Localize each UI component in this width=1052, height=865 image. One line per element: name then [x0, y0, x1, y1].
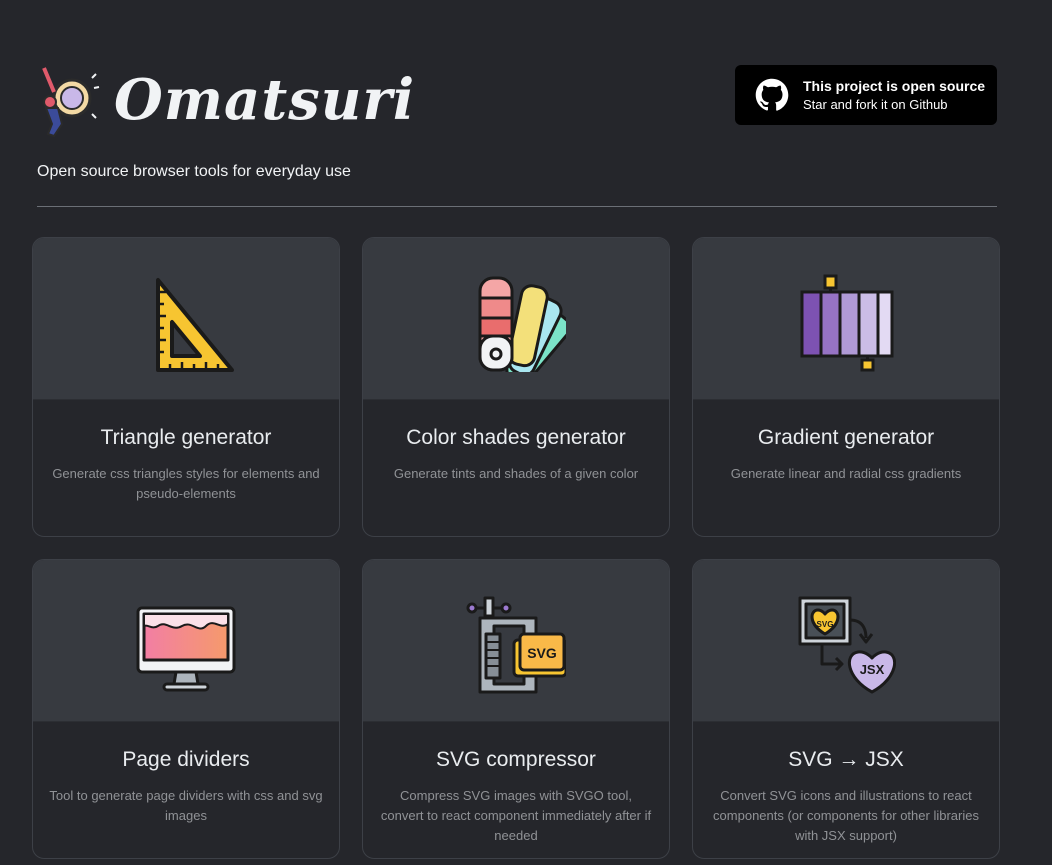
- svg-heart-text: SVG: [817, 620, 834, 629]
- github-icon: [755, 78, 789, 111]
- card-icon-area: SVG JSX: [693, 560, 999, 722]
- svg-badge-text: SVG: [527, 645, 557, 661]
- omatsuri-logo-icon: [42, 67, 100, 138]
- card-title: SVG → JSX: [788, 748, 904, 771]
- card-description: Convert SVG icons and illustrations to r…: [713, 788, 979, 843]
- tool-card-svg-compressor[interactable]: SVG SVG compressor Compress SVG images w…: [362, 559, 670, 859]
- card-description: Generate tints and shades of a given col…: [393, 466, 639, 481]
- card-description: Generate css triangles styles for elemen…: [52, 466, 320, 501]
- jsx-heart-text: JSX: [860, 662, 885, 677]
- tool-card-gradient[interactable]: Gradient generator Generate linear and r…: [692, 237, 1000, 537]
- brand-name: Omatsuri: [114, 67, 416, 133]
- card-title: Page dividers: [122, 748, 250, 771]
- divider: [37, 206, 997, 207]
- card-icon-area: [33, 238, 339, 400]
- card-title: SVG compressor: [436, 748, 596, 771]
- card-title: Triangle generator: [100, 426, 272, 449]
- card-title: Color shades generator: [406, 426, 626, 449]
- github-link-button[interactable]: This project is open source Star and for…: [735, 65, 997, 125]
- tagline: Open source browser tools for everyday u…: [37, 163, 351, 180]
- triangle-ruler-icon: [156, 278, 234, 372]
- card-icon-area: [363, 238, 669, 400]
- tool-card-page-dividers[interactable]: Page dividers Tool to generate page divi…: [32, 559, 340, 859]
- card-description: Generate linear and radial css gradients: [730, 466, 962, 481]
- github-subtitle: Star and fork it on Github: [803, 97, 948, 112]
- card-title: Gradient generator: [757, 426, 935, 449]
- card-icon-area: [693, 238, 999, 400]
- card-icon-area: SVG: [363, 560, 669, 722]
- tool-card-triangle[interactable]: Triangle generator Generate css triangle…: [32, 237, 340, 537]
- gradient-icon: [800, 274, 894, 372]
- svg-to-jsx-icon: SVG JSX: [798, 596, 896, 694]
- github-title: This project is open source: [803, 78, 986, 94]
- tool-card-svg-to-jsx[interactable]: SVG JSX SVG → JSX Convert SVG icons and …: [692, 559, 1000, 859]
- header: Omatsuri This project is open source Sta…: [36, 60, 997, 140]
- card-description: Compress SVG images with SVGO tool, conv…: [380, 788, 652, 843]
- tool-card-color-shades[interactable]: Color shades generator Generate tints an…: [362, 237, 670, 537]
- card-description: Tool to generate page dividers with css …: [49, 788, 323, 823]
- card-icon-area: [33, 560, 339, 722]
- monitor-wave-icon: [136, 606, 236, 692]
- svg-clamp-icon: SVG: [466, 596, 566, 694]
- color-swatches-icon: [478, 276, 566, 372]
